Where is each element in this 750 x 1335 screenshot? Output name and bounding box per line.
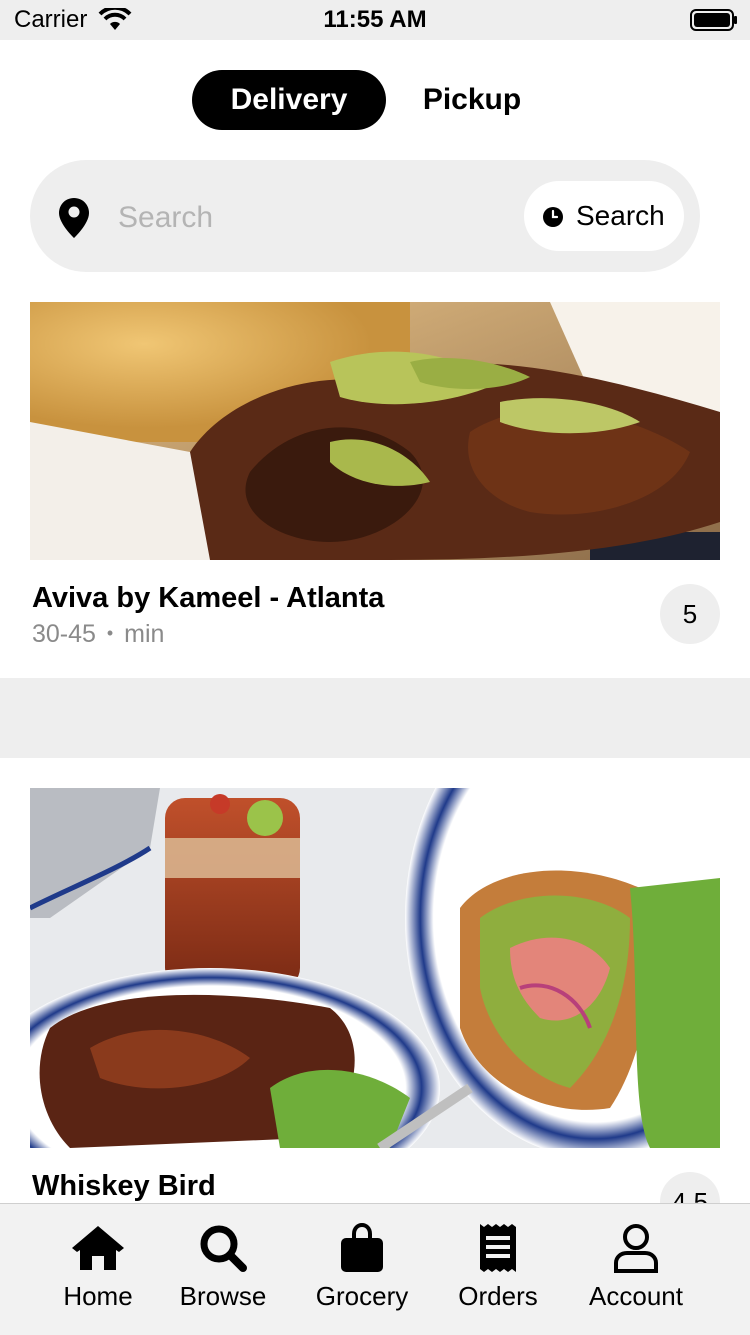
battery-icon [690,9,737,31]
status-time: 11:55 AM [323,6,427,33]
restaurant-name[interactable]: Whiskey Bird [32,1168,216,1204]
tab-label: Browse [179,1281,267,1311]
brunch-table-photo [30,788,720,1148]
search-input[interactable]: Search [118,198,213,238]
tab-delivery[interactable]: Delivery [192,70,386,130]
shopping-bag-icon [341,1222,383,1272]
schedule-search-label: Search [576,200,665,231]
tab-label: Grocery [315,1281,409,1311]
tab-label: Home [63,1281,133,1311]
tab-grocery[interactable]: Grocery [292,1218,432,1318]
rating-badge: 5 [660,584,720,644]
clock-icon [543,207,563,227]
location-pin-icon[interactable] [56,196,92,240]
tab-orders[interactable]: Orders [428,1218,568,1318]
tab-label: Account [589,1281,683,1311]
restaurant-eta: 30-45 • min [32,618,164,649]
restaurant-image-aviva[interactable] [30,302,720,560]
grilled-chicken-photo [30,302,720,560]
eta-separator: • [106,623,114,643]
restaurant-image-whiskey-bird[interactable] [30,788,720,1148]
restaurant-name[interactable]: Aviva by Kameel - Atlanta [32,580,384,616]
eta-range: 30-45 [32,620,96,648]
tab-pickup[interactable]: Pickup [404,70,540,130]
person-icon [614,1224,658,1273]
status-bar: Carrier 11:55 AM [0,0,750,40]
tab-home[interactable]: Home [28,1218,168,1318]
search-icon [200,1225,247,1272]
section-divider [0,678,750,758]
receipt-icon [480,1224,516,1272]
tab-browse[interactable]: Browse [153,1218,293,1318]
heart-icon[interactable] [664,804,706,842]
tab-account[interactable]: Account [566,1218,706,1318]
tab-label: Orders [458,1281,538,1311]
eta-unit: min [124,620,165,648]
home-icon [72,1226,124,1270]
